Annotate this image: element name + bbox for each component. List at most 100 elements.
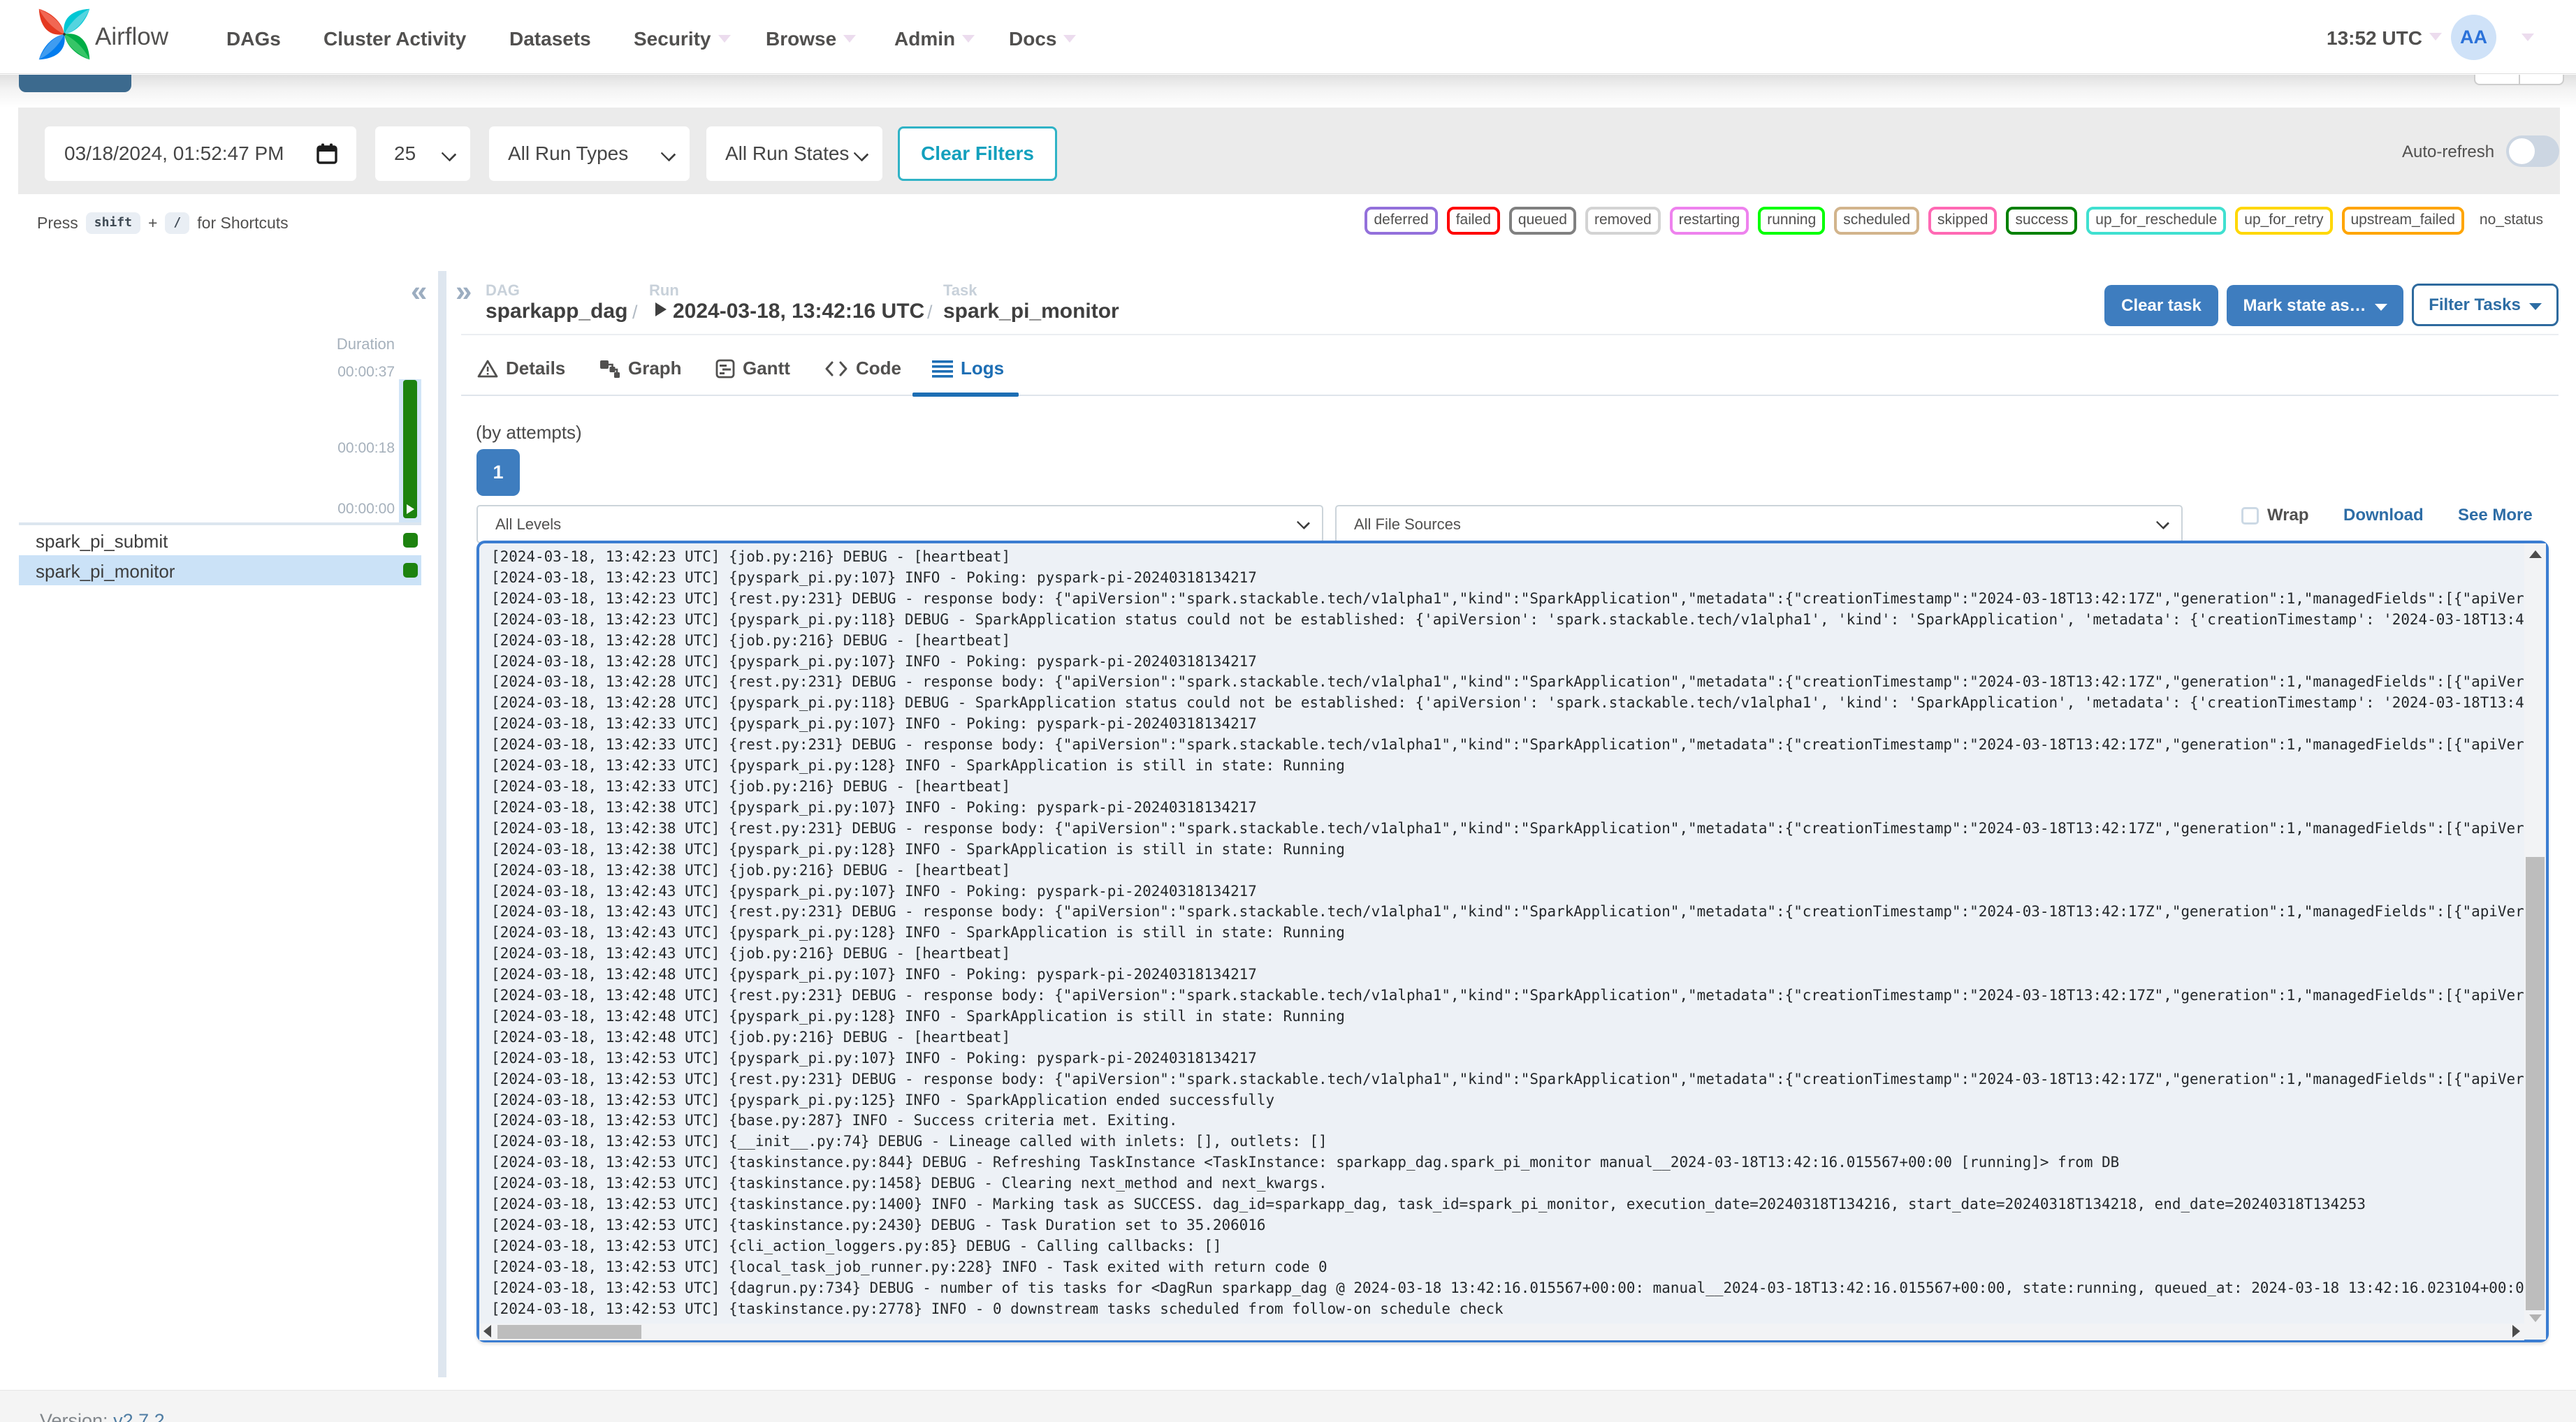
clock-label: 13:52 UTC (2327, 27, 2422, 49)
chevron-down-icon[interactable] (2522, 34, 2534, 41)
hint-suffix: for Shortcuts (197, 213, 289, 232)
scroll-up-icon[interactable] (2529, 550, 2542, 558)
log-line: [2024-03-18, 13:42:43 UTC] {rest.py:231}… (491, 903, 2524, 921)
tab-logs[interactable]: Logs (932, 358, 1004, 379)
brand-title[interactable]: Airflow (95, 23, 168, 51)
run-states-select[interactable]: All Run States (706, 126, 882, 181)
auto-refresh-label: Auto-refresh (2402, 142, 2495, 161)
run-type-icon (655, 302, 667, 316)
status-badge-removed: removed (1585, 207, 1661, 235)
task-name: spark_pi_submit (36, 531, 168, 552)
scroll-left-icon[interactable] (483, 1325, 491, 1337)
run-states-value: All Run States (725, 142, 850, 164)
tab-details[interactable]: Details (477, 358, 565, 379)
auto-refresh-toggle[interactable] (2506, 135, 2559, 167)
log-line: [2024-03-18, 13:42:53 UTC] {__init__.py:… (491, 1133, 1327, 1150)
nav-item-datasets[interactable]: Datasets (509, 28, 591, 50)
log-line: [2024-03-18, 13:42:48 UTC] {pyspark_pi.p… (491, 1007, 1345, 1025)
scroll-right-icon[interactable] (2512, 1325, 2520, 1337)
clear-task-button[interactable]: Clear task (2104, 285, 2218, 326)
horizontal-scrollbar[interactable] (479, 1324, 2524, 1340)
chevron-down-icon (2374, 303, 2387, 311)
file-source-select[interactable]: All File Sources (1335, 505, 2183, 543)
log-line: [2024-03-18, 13:42:38 UTC] {pyspark_pi.p… (491, 798, 1257, 816)
clear-filters-button[interactable]: Clear Filters (898, 126, 1057, 181)
run-duration-bar[interactable] (403, 380, 417, 518)
status-badge-up_for_retry: up_for_retry (2235, 207, 2333, 235)
nav-item-admin[interactable]: Admin (894, 28, 975, 50)
chevron-down-icon (2429, 33, 2442, 41)
hint-plus: + (147, 213, 158, 232)
breadcrumb-separator: / (927, 302, 933, 323)
breadcrumb-task-label: Task (943, 281, 977, 299)
date-input[interactable]: 03/18/2024, 01:52:47 PM (45, 126, 356, 181)
see-more-link[interactable]: See More (2458, 506, 2533, 525)
status-badge-upstream_failed: upstream_failed (2341, 207, 2464, 235)
task-row-spark_pi_submit[interactable]: spark_pi_submit (19, 525, 421, 555)
vertical-scrollbar[interactable] (2524, 543, 2546, 1340)
page-size-select[interactable]: 25 (375, 126, 470, 181)
tab-label: Gantt (743, 358, 790, 379)
chevron-down-icon (718, 35, 731, 43)
status-badge-no_status: no_status (2473, 210, 2549, 232)
status-badge-scheduled: scheduled (1834, 207, 1920, 235)
log-level-select[interactable]: All Levels (476, 505, 1323, 543)
breadcrumb-run-label: Run (649, 281, 679, 299)
tab-label: Graph (628, 358, 682, 379)
tab-code[interactable]: Code (824, 358, 901, 379)
breadcrumb-task-value[interactable]: spark_pi_monitor (943, 300, 1119, 323)
nav-item-label: DAGs (226, 28, 281, 50)
log-content[interactable]: [2024-03-18, 13:42:23 UTC] {job.py:216} … (476, 543, 2524, 1323)
navbar-shadow (0, 75, 2576, 108)
filter-tasks-button[interactable]: Filter Tasks (2412, 284, 2559, 326)
tab-graph[interactable]: Graph (599, 358, 682, 379)
footer: Version: v2.7.2 (0, 1390, 2576, 1422)
horizontal-scrollbar-thumb[interactable] (497, 1325, 641, 1339)
nav-item-dags[interactable]: DAGs (226, 28, 281, 50)
vertical-scrollbar-thumb[interactable] (2526, 857, 2545, 1310)
log-line: [2024-03-18, 13:42:28 UTC] {rest.py:231}… (491, 673, 2524, 691)
log-line: [2024-03-18, 13:42:53 UTC] {dagrun.py:73… (491, 1279, 2524, 1296)
task-state-square[interactable] (403, 533, 418, 548)
nav-item-browse[interactable]: Browse (766, 28, 857, 50)
attempt-1-button[interactable]: 1 (476, 449, 520, 496)
wrap-label: Wrap (2267, 506, 2309, 525)
avatar[interactable]: AA (2451, 15, 2496, 60)
warning-icon (477, 359, 498, 379)
breadcrumb-run-value[interactable]: 2024-03-18, 13:42:16 UTC (673, 300, 924, 323)
nav-item-cluster-activity[interactable]: Cluster Activity (323, 28, 466, 50)
file-source-value: All File Sources (1354, 515, 1461, 533)
log-line: [2024-03-18, 13:42:33 UTC] {rest.py:231}… (491, 736, 2524, 754)
attempts-label: (by attempts) (476, 422, 582, 443)
log-line: [2024-03-18, 13:42:53 UTC] {local_task_j… (491, 1258, 1327, 1275)
status-badge-restarting: restarting (1669, 207, 1749, 235)
log-line: [2024-03-18, 13:42:38 UTC] {rest.py:231}… (491, 819, 2524, 837)
tab-gantt[interactable]: Gantt (715, 358, 790, 379)
nav-item-label: Cluster Activity (323, 28, 467, 50)
wrap-checkbox[interactable] (2241, 507, 2259, 525)
log-line: [2024-03-18, 13:42:53 UTC] {rest.py:231}… (491, 1070, 2524, 1087)
tab-label: Code (856, 358, 901, 379)
mark-state-label: Mark state as… (2243, 295, 2366, 315)
expand-panel-icon[interactable]: » (456, 277, 472, 306)
scroll-down-icon[interactable] (2529, 1314, 2542, 1322)
nav-item-security[interactable]: Security (634, 28, 731, 50)
run-types-select[interactable]: All Run Types (489, 126, 690, 181)
log-line: [2024-03-18, 13:42:53 UTC] {taskinstance… (491, 1175, 1327, 1192)
task-state-square[interactable] (403, 563, 418, 578)
filter-tasks-label: Filter Tasks (2429, 295, 2521, 314)
active-tab-underline (912, 393, 1019, 397)
breadcrumb-dag-value[interactable]: sparkapp_dag (486, 300, 627, 323)
task-row-spark_pi_monitor[interactable]: spark_pi_monitor (19, 555, 421, 585)
clock-dropdown[interactable]: 13:52 UTC (2327, 27, 2442, 50)
log-line: [2024-03-18, 13:42:33 UTC] {pyspark_pi.p… (491, 757, 1345, 775)
version-link[interactable]: v2.7.2 (113, 1410, 165, 1422)
log-level-value: All Levels (495, 515, 562, 533)
log-line: [2024-03-18, 13:42:28 UTC] {job.py:216} … (491, 631, 1011, 649)
mark-state-button[interactable]: Mark state as… (2227, 285, 2403, 326)
log-line: [2024-03-18, 13:42:43 UTC] {pyspark_pi.p… (491, 924, 1345, 941)
collapse-panel-icon[interactable]: « (411, 277, 427, 306)
nav-item-docs[interactable]: Docs (1009, 28, 1077, 50)
panel-divider[interactable] (438, 271, 446, 1377)
download-link[interactable]: Download (2343, 506, 2424, 525)
